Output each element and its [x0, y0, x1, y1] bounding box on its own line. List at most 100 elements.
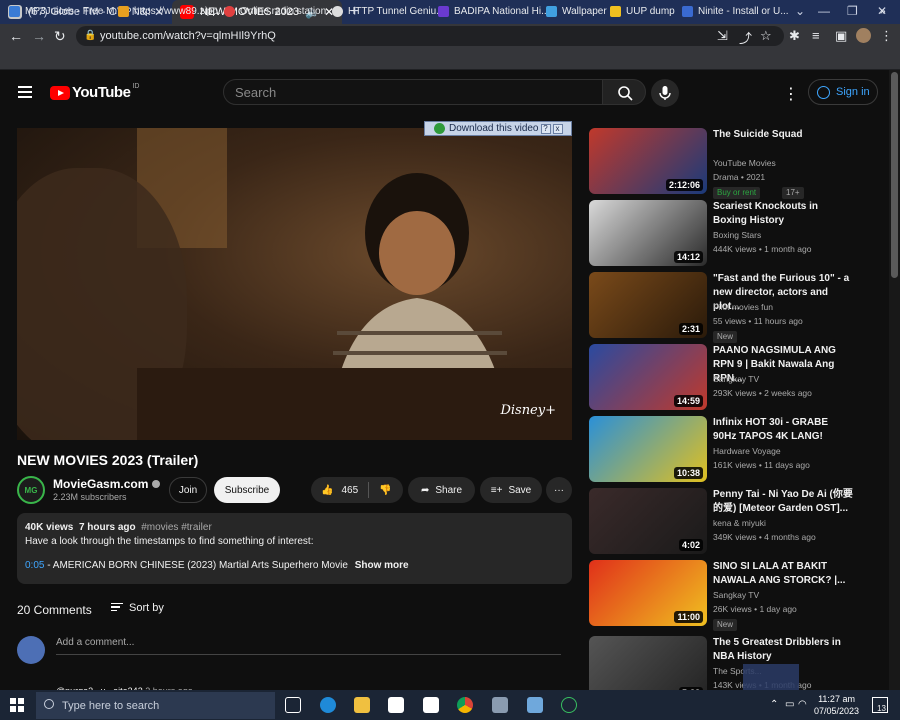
bookmark-item[interactable]: https://www89.zipp... [118, 3, 226, 19]
video-thumbnail[interactable]: 2:12:06 [589, 128, 707, 194]
recommended-channel[interactable]: kena & miyuki [713, 516, 766, 530]
edge-icon[interactable] [320, 697, 336, 713]
file-explorer-icon[interactable] [354, 697, 370, 713]
more-bookmarks-icon[interactable]: » [880, 3, 886, 19]
recommended-title[interactable]: Scariest Knockouts in Boxing History [713, 200, 853, 228]
search-input[interactable]: Search [223, 79, 603, 105]
settings-app-icon[interactable] [492, 697, 508, 713]
back-icon[interactable]: ← [9, 28, 23, 44]
thumbs-up-icon[interactable]: 👍 [321, 485, 333, 496]
subscribe-button[interactable]: Subscribe [214, 477, 280, 503]
system-clock[interactable]: 11:27 am 07/05/2023 [814, 693, 859, 717]
video-player[interactable]: Disney+ [17, 128, 572, 440]
bookmark-item[interactable]: Online radio station... [224, 3, 335, 19]
share-button[interactable]: ➦ Share [408, 477, 475, 503]
reading-list-icon[interactable]: ≡ [812, 28, 820, 43]
settings-menu-icon[interactable]: ⋮ [783, 84, 799, 104]
timestamp-link[interactable]: 0:05 [25, 560, 44, 571]
bookmark-item[interactable]: UUP dump [610, 3, 675, 19]
scrollbar-thumb[interactable] [891, 72, 898, 278]
uup-icon [610, 5, 621, 17]
search-button[interactable] [602, 79, 646, 105]
address-bar[interactable]: 🔒 youtube.com/watch?v=qlmHIl9YrhQ [76, 26, 784, 46]
page-scrollbar[interactable] [889, 70, 900, 690]
notepad-icon[interactable] [527, 697, 543, 713]
recommended-channel[interactable]: Sangkay TV [713, 372, 759, 386]
sign-in-button[interactable]: Sign in [808, 79, 878, 105]
hashtags[interactable]: #movies #trailer [141, 522, 212, 533]
video-thumbnail[interactable]: 11:00 [589, 560, 707, 626]
more-actions-button[interactable]: ··· [546, 477, 572, 503]
maximize-icon[interactable]: ❐ [847, 4, 858, 18]
side-panel-icon[interactable]: ▣ [835, 28, 847, 44]
video-thumbnail[interactable]: 14:12 [589, 200, 707, 266]
profile-avatar[interactable] [856, 28, 871, 43]
video-thumbnail[interactable]: 4:02 [589, 488, 707, 554]
app-u-icon[interactable] [561, 697, 577, 713]
wifi-icon[interactable]: ◠ [798, 699, 807, 710]
install-icon[interactable]: ⇲ [717, 28, 728, 44]
recommended-channel[interactable]: Hardware Voyage [713, 444, 781, 458]
http-tunnel-icon [332, 5, 343, 17]
recommended-channel[interactable]: YouTube Movies [713, 156, 776, 170]
extensions-icon[interactable]: ✱ [789, 28, 800, 44]
recommended-title[interactable]: The 5 Greatest Dribblers in NBA History [713, 636, 853, 664]
help-icon[interactable]: ? [540, 123, 551, 134]
minimize-icon[interactable]: — [818, 4, 830, 18]
share-page-icon[interactable]: ⤴ [739, 28, 752, 47]
recommended-video[interactable]: 14:59 PAANO NAGSIMULA ANG RPN 9 | Bakit N… [589, 344, 879, 410]
forward-icon[interactable]: → [32, 28, 46, 44]
taskbar-search-input[interactable]: Type here to search [36, 692, 275, 719]
recommended-video[interactable]: 11:00 SINO SI LALA AT BAKIT NAWALA ANG ST… [589, 560, 879, 631]
recommended-title[interactable]: Penny Tai - Ni Yao De Ai (你要的爱) [Meteor … [713, 488, 853, 516]
video-thumbnail[interactable]: 14:59 [589, 344, 707, 410]
join-button[interactable]: Join [169, 477, 207, 503]
download-video-bar[interactable]: Download this video ? x [424, 121, 572, 136]
reload-icon[interactable]: ↻ [54, 28, 66, 45]
recommended-video[interactable]: 4:02 Penny Tai - Ni Yao De Ai (你要的爱) [Met… [589, 488, 879, 554]
description-box[interactable]: 40K views 7 hours ago #movies #trailer H… [17, 513, 572, 584]
bookmark-item[interactable]: HTTP Tunnel Geniu... [332, 3, 445, 19]
thumbs-down-icon[interactable]: 👎 [379, 485, 391, 496]
notification-center[interactable]: 13 [872, 697, 888, 713]
bookmark-item[interactable]: MP3Juices - Free M... [9, 3, 123, 19]
video-thumbnail[interactable]: 10:38 [589, 416, 707, 482]
store-icon[interactable] [388, 697, 404, 713]
browser-menu-icon[interactable]: ⋮ [880, 28, 893, 44]
windows-start-icon[interactable] [10, 698, 24, 712]
mail-icon[interactable] [423, 697, 439, 713]
recommended-title[interactable]: SINO SI LALA AT BAKIT NAWALA ANG STORCK?… [713, 560, 853, 588]
show-hidden-icons[interactable]: ⌃ [770, 699, 778, 710]
recommended-video[interactable]: 10:38 Infinix HOT 30i - GRABE 90Hz TAPOS … [589, 416, 879, 482]
recommended-video[interactable]: 2:31 "Fast and the Furious 10" - a new di… [589, 272, 879, 343]
guide-menu-icon[interactable] [18, 86, 32, 98]
logo-wordmark: YouTube [72, 84, 131, 101]
task-view-icon[interactable] [285, 697, 301, 713]
close-download-icon[interactable]: x [552, 123, 563, 134]
bookmark-star-icon[interactable]: ☆ [760, 28, 772, 44]
recommended-video[interactable]: 2:12:06 The Suicide Squad YouTube Movies Dr… [589, 128, 879, 199]
recommended-title[interactable]: Infinix HOT 30i - GRABE 90Hz TAPOS 4K LA… [713, 416, 853, 444]
recommended-channel[interactable]: Boxing Stars [713, 228, 761, 242]
youtube-logo[interactable]: YouTube ID [50, 83, 139, 101]
show-more-button[interactable]: Show more [355, 560, 409, 571]
voice-search-button[interactable] [651, 79, 679, 107]
bookmark-item[interactable]: Wallpaper [546, 3, 607, 19]
recommended-channel[interactable]: Pilot movies fun [713, 300, 773, 314]
sort-comments-button[interactable]: Sort by [111, 602, 164, 614]
channel-name[interactable]: MovieGasm.com [53, 477, 161, 491]
recommended-title[interactable]: The Suicide Squad [713, 128, 853, 142]
network-icon[interactable]: ▭ [785, 699, 794, 710]
recommended-video[interactable]: 14:12 Scariest Knockouts in Boxing Histor… [589, 200, 879, 266]
save-button[interactable]: ≡+ Save [480, 477, 542, 503]
video-thumbnail[interactable]: 2:31 [589, 272, 707, 338]
bookmark-item[interactable]: Ninite - Install or U... [682, 3, 789, 19]
like-count: 465 [341, 484, 359, 496]
chrome-icon[interactable] [457, 697, 473, 713]
channel-avatar[interactable]: MG [17, 476, 45, 504]
tab-search-icon[interactable]: ⌄ [795, 4, 805, 18]
bookmark-item[interactable]: BADIPA National Hi... [438, 3, 549, 19]
add-comment-input[interactable]: Add a comment... [56, 637, 561, 655]
download-play-icon [434, 123, 445, 134]
recommended-channel[interactable]: Sangkay TV [713, 588, 759, 602]
